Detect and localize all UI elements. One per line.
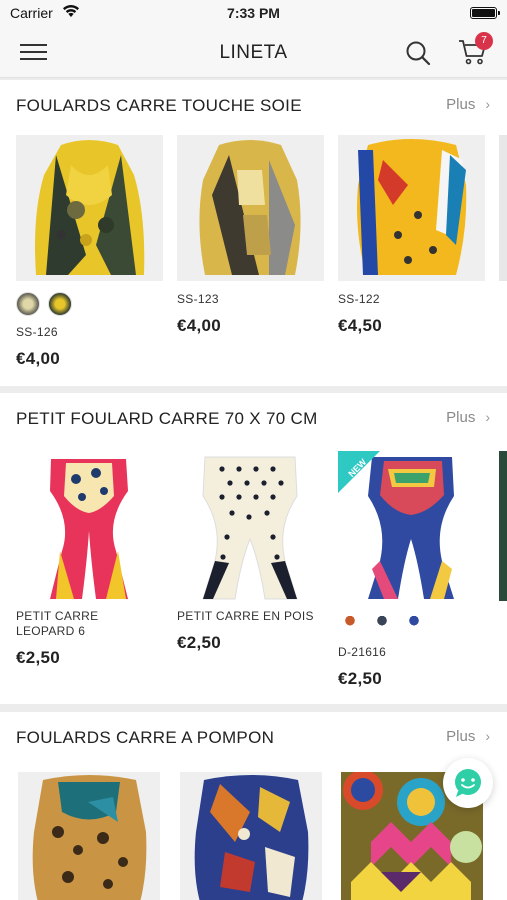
product-sku: D-21616 xyxy=(338,645,387,659)
chat-support-button[interactable] xyxy=(443,758,493,808)
section-title: FOULARDS CARRE TOUCHE SOIE xyxy=(16,96,302,115)
product-image xyxy=(499,451,507,601)
chevron-right-icon: › xyxy=(485,409,490,425)
status-bar: Carrier 7:33 PM xyxy=(0,0,507,28)
product-card[interactable]: SS-126 €4,00 xyxy=(16,135,163,375)
product-card[interactable]: NEW D-21616 €2,50 xyxy=(338,451,485,691)
section-foulards-carre-a-pompon: FOULARDS CARRE A POMPON Plus › xyxy=(0,712,507,900)
section-title: PETIT FOULARD CARRE 70 X 70 CM xyxy=(16,409,318,428)
more-label: Plus xyxy=(446,409,476,426)
product-price: €4,00 xyxy=(16,349,61,368)
color-swatch[interactable] xyxy=(370,611,394,635)
product-card[interactable]: SS-123 €4,00 xyxy=(177,135,324,345)
chevron-right-icon: › xyxy=(485,728,490,744)
more-label: Plus xyxy=(446,96,476,113)
more-label: Plus xyxy=(446,728,476,745)
section-petit-foulard-carre: PETIT FOULARD CARRE 70 X 70 CM Plus › PET… xyxy=(0,393,507,704)
search-icon[interactable] xyxy=(405,40,431,66)
product-price: €4,50 xyxy=(338,316,383,335)
section-foulards-carre-touche-soie: FOULARDS CARRE TOUCHE SOIE Plus › SS-126 … xyxy=(0,80,507,386)
section-more-link[interactable]: Plus › xyxy=(446,728,490,745)
cart-count-badge: 7 xyxy=(475,32,493,50)
color-swatch[interactable] xyxy=(48,292,72,316)
section-title: FOULARDS CARRE A POMPON xyxy=(16,728,275,747)
color-swatches xyxy=(338,611,434,635)
product-image xyxy=(338,135,485,281)
section-more-link[interactable]: Plus › xyxy=(446,96,490,113)
product-card[interactable]: SS-122 €4,50 xyxy=(338,135,485,345)
battery-icon xyxy=(470,7,500,19)
product-card-partial[interactable] xyxy=(499,135,507,345)
product-image xyxy=(177,451,324,601)
product-price: €4,00 xyxy=(177,316,222,335)
product-price: €2,50 xyxy=(177,633,222,652)
color-swatches xyxy=(16,292,80,316)
chat-bubble-icon xyxy=(455,769,481,797)
product-sku: PETIT CARRE LEOPARD 6 xyxy=(16,609,99,638)
product-image xyxy=(16,451,163,601)
product-price: €2,50 xyxy=(16,648,61,667)
product-sku: PETIT CARRE EN POIS xyxy=(177,609,314,623)
product-sku: SS-122 xyxy=(338,292,380,306)
section-more-link[interactable]: Plus › xyxy=(446,409,490,426)
product-image xyxy=(16,135,163,281)
chevron-right-icon: › xyxy=(485,96,490,112)
product-sku: SS-126 xyxy=(16,325,58,339)
product-image: NEW xyxy=(338,451,485,601)
status-time: 7:33 PM xyxy=(227,5,280,21)
color-swatch[interactable] xyxy=(402,611,426,635)
product-image xyxy=(18,772,160,900)
top-navigation-bar: LINETA 7 xyxy=(0,28,507,78)
color-swatch[interactable] xyxy=(338,611,362,635)
product-card-partial[interactable] xyxy=(499,451,507,661)
product-image xyxy=(177,135,324,281)
product-card[interactable] xyxy=(18,772,160,900)
product-card[interactable] xyxy=(180,772,322,900)
color-swatch[interactable] xyxy=(16,292,40,316)
product-card[interactable]: PETIT CARRE EN POIS €2,50 xyxy=(177,451,324,661)
product-sku: SS-123 xyxy=(177,292,219,306)
product-image xyxy=(499,135,507,281)
product-image xyxy=(180,772,322,900)
product-card[interactable]: PETIT CARRE LEOPARD 6 €2,50 xyxy=(16,451,163,681)
product-price: €2,50 xyxy=(338,669,383,688)
